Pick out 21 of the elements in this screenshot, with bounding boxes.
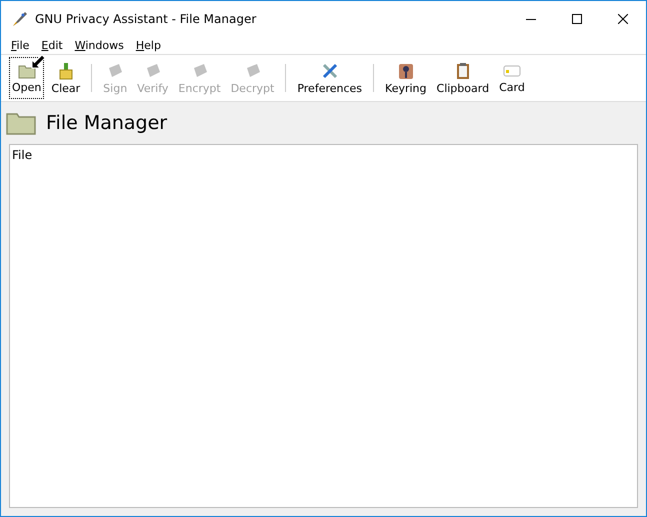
- column-header[interactable]: File: [12, 148, 32, 162]
- tools-icon: [320, 62, 339, 80]
- menu-item[interactable]: Help: [130, 38, 167, 52]
- menu-item[interactable]: Edit: [35, 38, 69, 52]
- pen-icon: [11, 10, 29, 28]
- toolbar-button[interactable]: Clipboard: [434, 57, 492, 99]
- folder-icon: [18, 62, 36, 78]
- folder-icon: [6, 111, 36, 135]
- maximize-icon: [572, 14, 582, 24]
- page-heading: File Manager: [46, 112, 168, 134]
- toolbar-button[interactable]: Clear: [48, 57, 84, 99]
- toolbar-button[interactable]: Keyring: [382, 57, 430, 99]
- menu-item[interactable]: File: [5, 38, 36, 52]
- menu-item[interactable]: Windows: [68, 38, 130, 52]
- file-list[interactable]: File: [9, 144, 638, 508]
- brush-icon: [56, 62, 75, 80]
- window-title: GNU Privacy Assistant - File Manager: [35, 12, 258, 26]
- close-icon: [618, 14, 628, 24]
- card-icon: [502, 62, 521, 78]
- toolbar-button[interactable]: Card: [496, 57, 528, 99]
- toolbar-button[interactable]: Preferences: [294, 57, 366, 99]
